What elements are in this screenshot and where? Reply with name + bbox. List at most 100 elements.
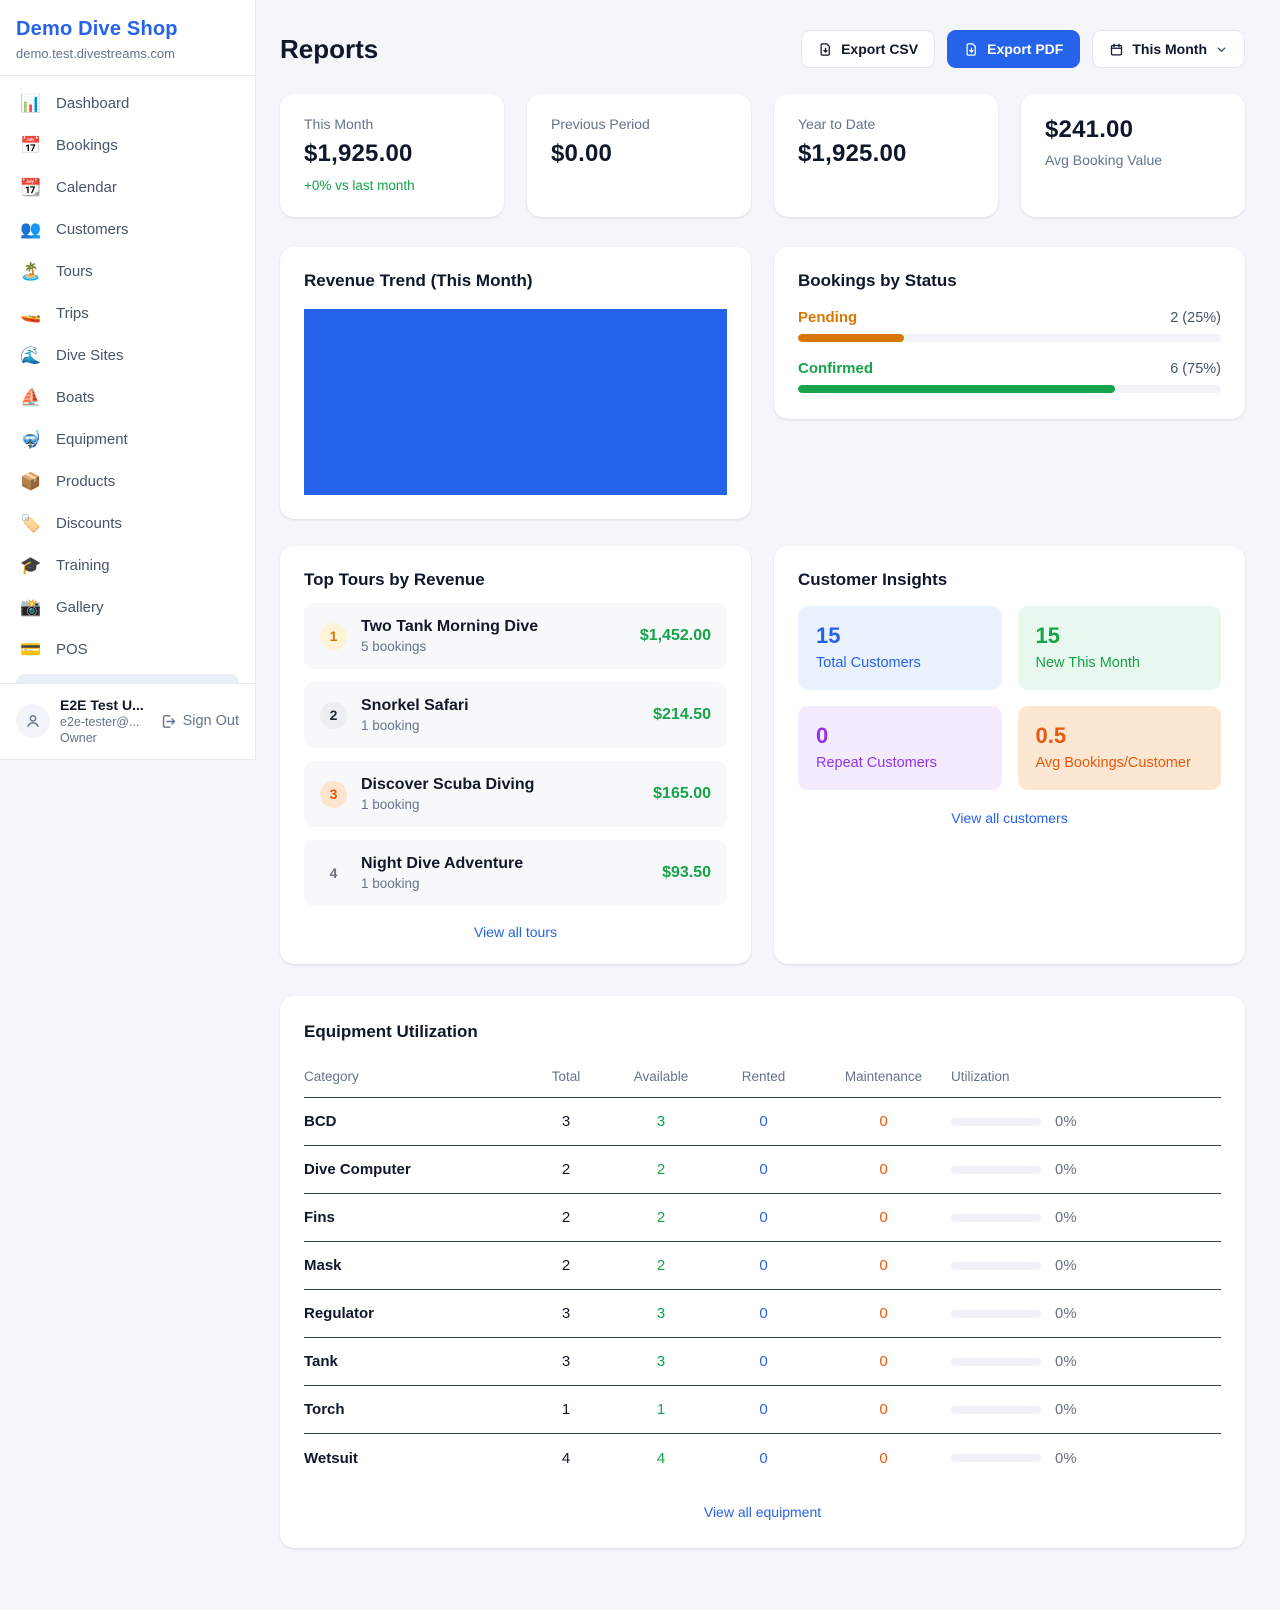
status-item-pending: Pending 2 (25%) xyxy=(798,309,1221,342)
equipment-utilization: 0% xyxy=(951,1353,1221,1370)
equipment-category: Dive Computer xyxy=(304,1161,521,1178)
stat-card-previous-period: Previous Period $0.00 xyxy=(527,94,751,217)
table-header-row: Category Total Available Rented Maintena… xyxy=(304,1056,1221,1098)
sidebar-item-label: POS xyxy=(56,641,88,658)
sidebar-item-boats[interactable]: ⛵ Boats xyxy=(8,380,247,415)
chevron-down-icon xyxy=(1215,43,1228,56)
progress-fill xyxy=(798,334,904,342)
sidebar-item-dive-sites[interactable]: 🌊 Dive Sites xyxy=(8,338,247,373)
sidebar-item-label: Dive Sites xyxy=(56,347,124,364)
stat-card-this-month: This Month $1,925.00 +0% vs last month xyxy=(280,94,504,217)
bookings-by-status-card: Bookings by Status Pending 2 (25%) Confi… xyxy=(774,247,1245,419)
tour-name: Snorkel Safari xyxy=(361,697,469,714)
status-label: Confirmed xyxy=(798,360,873,377)
utilization-percent: 0% xyxy=(1055,1401,1077,1418)
sidebar-item-tours[interactable]: 🏝️ Tours xyxy=(8,254,247,289)
tour-list-item[interactable]: 1 Two Tank Morning Dive 5 bookings $1,45… xyxy=(304,603,727,669)
tour-revenue: $165.00 xyxy=(653,785,711,803)
tour-list-item[interactable]: 2 Snorkel Safari 1 booking $214.50 xyxy=(304,682,727,748)
table-row: Wetsuit 4 4 0 0 0% xyxy=(304,1434,1221,1482)
sidebar-item-label: Dashboard xyxy=(56,95,129,112)
person-icon xyxy=(24,712,42,730)
user-email: e2e-tester@... xyxy=(60,715,150,729)
sidebar-item-calendar[interactable]: 📆 Calendar xyxy=(8,170,247,205)
sidebar-item-trips[interactable]: 🚤 Trips xyxy=(8,296,247,331)
view-all-tours-link[interactable]: View all tours xyxy=(304,924,727,940)
equipment-rented: 0 xyxy=(711,1161,816,1178)
equipment-maintenance: 0 xyxy=(816,1113,951,1130)
sidebar-item-label: Bookings xyxy=(56,137,118,154)
utilization-percent: 0% xyxy=(1055,1305,1077,1322)
period-dropdown[interactable]: This Month xyxy=(1092,30,1245,68)
sidebar-item-discounts[interactable]: 🏷️ Discounts xyxy=(8,506,247,541)
tour-name: Night Dive Adventure xyxy=(361,855,523,872)
customer-insights-card: Customer Insights 15 Total Customers 15 … xyxy=(774,546,1245,964)
header-actions: Export CSV Export PDF This Month xyxy=(801,30,1245,68)
insight-tiles: 15 Total Customers 15 New This Month 0 R… xyxy=(798,606,1221,790)
equipment-maintenance: 0 xyxy=(816,1161,951,1178)
sidebar-item-label: Trips xyxy=(56,305,89,322)
sidebar-item-pos[interactable]: 💳 POS xyxy=(8,632,247,667)
sidebar-item-products[interactable]: 📦 Products xyxy=(8,464,247,499)
view-all-equipment-link[interactable]: View all equipment xyxy=(304,1504,1221,1520)
sign-out-button[interactable]: Sign Out xyxy=(160,713,239,730)
credit-card-icon: 💳 xyxy=(20,641,42,658)
utilization-bar xyxy=(951,1310,1041,1318)
wave-icon: 🌊 xyxy=(20,347,42,364)
equipment-total: 3 xyxy=(521,1353,611,1370)
stat-value: $0.00 xyxy=(551,140,727,168)
view-all-customers-link[interactable]: View all customers xyxy=(798,810,1221,826)
sidebar-item-training[interactable]: 🎓 Training xyxy=(8,548,247,583)
file-download-icon xyxy=(818,42,833,57)
page-header: Reports Export CSV Export PDF xyxy=(280,30,1245,68)
sidebar-item-equipment[interactable]: 🤿 Equipment xyxy=(8,422,247,457)
tile-label: Total Customers xyxy=(816,655,984,671)
equipment-utilization-card: Equipment Utilization Category Total Ava… xyxy=(280,996,1245,1548)
sidebar-item-bookings[interactable]: 📅 Bookings xyxy=(8,128,247,163)
export-pdf-button[interactable]: Export PDF xyxy=(947,30,1080,68)
tile-label: Repeat Customers xyxy=(816,755,984,771)
equipment-maintenance: 0 xyxy=(816,1353,951,1370)
equipment-rented: 0 xyxy=(711,1113,816,1130)
tile-label: Avg Bookings/Customer xyxy=(1036,755,1204,771)
table-row: Torch 1 1 0 0 0% xyxy=(304,1386,1221,1434)
tour-list-item[interactable]: 4 Night Dive Adventure 1 booking $93.50 xyxy=(304,840,727,906)
sidebar-item-dashboard[interactable]: 📊 Dashboard xyxy=(8,86,247,121)
sidebar-active-item-partial[interactable] xyxy=(16,674,239,683)
equipment-total: 2 xyxy=(521,1257,611,1274)
equipment-utilization: 0% xyxy=(951,1209,1221,1226)
tour-list-item[interactable]: 3 Discover Scuba Diving 1 booking $165.0… xyxy=(304,761,727,827)
tile-value: 15 xyxy=(1036,623,1204,649)
equipment-category: Mask xyxy=(304,1257,521,1274)
table-row: Fins 2 2 0 0 0% xyxy=(304,1194,1221,1242)
status-count: 6 (75%) xyxy=(1170,361,1221,377)
rank-badge: 4 xyxy=(320,860,347,887)
sidebar-item-label: Equipment xyxy=(56,431,128,448)
sidebar-item-label: Boats xyxy=(56,389,94,406)
column-header: Utilization xyxy=(951,1069,1221,1084)
table-row: Regulator 3 3 0 0 0% xyxy=(304,1290,1221,1338)
stat-value: $241.00 xyxy=(1045,116,1221,144)
table-row: Mask 2 2 0 0 0% xyxy=(304,1242,1221,1290)
equipment-category: Regulator xyxy=(304,1305,521,1322)
export-csv-button[interactable]: Export CSV xyxy=(801,30,935,68)
stat-label: Previous Period xyxy=(551,116,727,132)
sidebar-item-customers[interactable]: 👥 Customers xyxy=(8,212,247,247)
island-icon: 🏝️ xyxy=(20,263,42,280)
sidebar-item-gallery[interactable]: 📸 Gallery xyxy=(8,590,247,625)
tag-icon: 🏷️ xyxy=(20,515,42,532)
progress-track xyxy=(798,385,1221,393)
stat-change: +0% vs last month xyxy=(304,178,480,193)
sign-out-label: Sign Out xyxy=(183,713,239,729)
sidebar-item-label: Products xyxy=(56,473,115,490)
bookings-calendar-icon: 📅 xyxy=(20,137,42,154)
equipment-rented: 0 xyxy=(711,1401,816,1418)
tile-repeat-customers: 0 Repeat Customers xyxy=(798,706,1002,790)
utilization-percent: 0% xyxy=(1055,1450,1077,1467)
tile-label: New This Month xyxy=(1036,655,1204,671)
top-tours-title: Top Tours by Revenue xyxy=(304,570,727,590)
sidebar-item-label: Discounts xyxy=(56,515,122,532)
calendar-icon xyxy=(1109,42,1124,57)
equipment-total: 2 xyxy=(521,1209,611,1226)
table-row: BCD 3 3 0 0 0% xyxy=(304,1098,1221,1146)
